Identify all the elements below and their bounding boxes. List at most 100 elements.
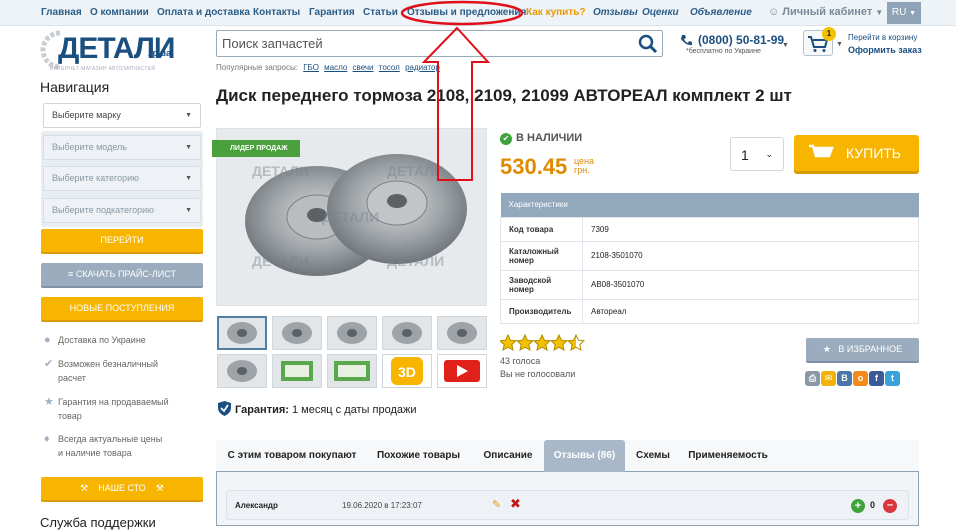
sidebar-title: Навигация <box>40 79 110 95</box>
phone-number: (0800) 50-81-99 <box>698 33 785 47</box>
thumbnail[interactable] <box>217 316 267 350</box>
wrench-icon: ⚒ <box>155 483 164 493</box>
select-model[interactable]: Выберите модель ▼ <box>43 135 201 160</box>
cart-count-badge: 1 <box>822 27 836 41</box>
nav-about[interactable]: О компании <box>90 7 149 18</box>
download-price-list-button[interactable]: ≡ СКАЧАТЬ ПРАЙС-ЛИСТ <box>41 263 203 286</box>
nav-home[interactable]: Главная <box>41 7 82 18</box>
nav-reviews[interactable]: Отзывы <box>593 7 638 18</box>
tab-description[interactable]: Описание <box>474 440 542 472</box>
rating-star-icon[interactable] <box>532 333 552 351</box>
language-label: RU <box>891 7 907 18</box>
twitter-icon[interactable]: t <box>885 371 900 386</box>
spec-value: 2108-3501070 <box>582 240 919 271</box>
rating-stars[interactable] <box>498 333 590 357</box>
select-subcategory[interactable]: Выберите подкатегорию ▼ <box>43 198 201 223</box>
language-select[interactable]: RU ▼ <box>887 2 921 24</box>
feature-line: Доставка по Украине <box>58 335 146 345</box>
thumbnail[interactable] <box>382 316 432 350</box>
nav-articles[interactable]: Статьи <box>363 7 398 18</box>
quantity-value: 1 <box>741 147 749 163</box>
watermark: ДЕТАЛИ <box>252 163 310 179</box>
thumbnail[interactable] <box>327 316 377 350</box>
thumbnail[interactable] <box>437 316 487 350</box>
logo-domain: zp.ua <box>148 48 172 58</box>
nav-feedback[interactable]: Отзывы и предложения <box>407 7 526 18</box>
add-to-favorites-button[interactable]: ★ В ИЗБРАННОЕ <box>806 338 919 361</box>
quantity-select[interactable]: 1 ⌄ <box>730 137 784 171</box>
site-logo[interactable]: ДЕТАЛИ zp.ua ИНТЕРНЕТ-МАГАЗИН АВТОЗАПЧАС… <box>40 28 180 76</box>
facebook-icon[interactable]: f <box>869 371 884 386</box>
star-icon: ★ <box>44 396 54 408</box>
top-navigation: Главная О компании Оплата и доставка Кон… <box>0 0 956 26</box>
video-play-icon <box>444 360 480 382</box>
popular-tag[interactable]: тосол <box>379 63 400 72</box>
select-category[interactable]: Выберите категорию ▼ <box>43 166 201 191</box>
chevron-down-icon: ▼ <box>875 8 884 17</box>
nav-warranty[interactable]: Гарантия <box>309 7 355 18</box>
new-arrivals-button[interactable]: НОВЫЕ ПОСТУПЛЕНИЯ <box>41 297 203 320</box>
popular-queries: Популярные запросы: ГБО масло свечи тосо… <box>216 63 440 72</box>
buy-button[interactable]: КУПИТЬ <box>794 135 919 171</box>
tab-reviews[interactable]: Отзывы (86) <box>544 440 625 472</box>
nav-announcement[interactable]: Объявление <box>690 7 752 18</box>
popular-tag[interactable]: масло <box>324 63 347 72</box>
thumbnail[interactable] <box>327 354 377 388</box>
popular-tag[interactable]: ГБО <box>303 63 319 72</box>
tab-bought-together[interactable]: С этим товаром покупают <box>216 440 368 472</box>
delete-icon[interactable]: ✖ <box>510 496 521 512</box>
odnoklassniki-icon[interactable]: о <box>853 371 868 386</box>
popular-tag[interactable]: радиатор <box>405 63 440 72</box>
vote-down-icon[interactable]: – <box>883 499 897 513</box>
our-service-station-button[interactable]: ⚒ НАШЕ СТО ⚒ <box>41 477 203 500</box>
rating-star-icon[interactable] <box>515 333 535 351</box>
spec-key: Код товара <box>500 216 583 242</box>
account-menu[interactable]: ☺ Личный кабинет ▼ <box>768 6 883 18</box>
product-tabs: С этим товаром покупают Похожие товары О… <box>216 440 919 472</box>
thumbnail[interactable] <box>272 316 322 350</box>
guarantee-value: 1 месяц с даты продажи <box>291 404 417 416</box>
select-model-value: Выберите модель <box>52 142 127 152</box>
spec-key: Заводской номер <box>500 269 583 300</box>
spec-value: AB08-3501070 <box>582 269 919 300</box>
stock-status: ✔ В НАЛИЧИИ <box>500 132 582 145</box>
nav-payment[interactable]: Оплата и доставка <box>157 7 250 18</box>
user-icon: ● <box>44 334 51 346</box>
checkout-link[interactable]: Оформить заказ <box>848 44 922 57</box>
tab-schemes[interactable]: Схемы <box>628 440 678 472</box>
nav-ratings[interactable]: Оценки <box>642 7 679 18</box>
video-thumbnail[interactable] <box>437 354 487 388</box>
vk-icon[interactable]: В <box>837 371 852 386</box>
mail-icon[interactable]: ✉ <box>821 371 836 386</box>
logo-tagline: ИНТЕРНЕТ-МАГАЗИН АВТОЗАПЧАСТЕЙ <box>50 66 156 72</box>
watermark: ДЕТАЛИ <box>387 253 445 269</box>
product-price: 530.45 <box>500 154 568 179</box>
rating-star-icon[interactable] <box>498 333 518 351</box>
nav-contacts[interactable]: Контакты <box>253 7 300 18</box>
tab-similar[interactable]: Похожие товары <box>368 440 469 472</box>
tab-applicability[interactable]: Применяемость <box>683 440 773 472</box>
thumbnail[interactable] <box>217 354 267 388</box>
feature-line: расчет <box>58 373 86 383</box>
star-icon: ★ <box>822 344 831 354</box>
3d-view-thumbnail[interactable]: 3D <box>382 354 432 388</box>
spec-value: 7309 <box>582 216 919 242</box>
search-icon[interactable] <box>638 34 658 54</box>
wrench-icon: ⚒ <box>80 483 89 493</box>
chevron-down-icon: ▼ <box>782 42 789 49</box>
go-to-cart-link[interactable]: Перейти в корзину <box>848 31 922 44</box>
thumbnail[interactable] <box>272 354 322 388</box>
print-icon[interactable]: ⎙ <box>805 371 820 386</box>
rating-star-icon[interactable] <box>566 333 586 351</box>
go-button[interactable]: ПЕРЕЙТИ <box>41 229 203 252</box>
select-make[interactable]: Выберите марку ▼ <box>43 103 201 128</box>
cart-button[interactable]: 1 <box>803 27 836 56</box>
select-subcategory-value: Выберите подкатегорию <box>52 205 154 215</box>
edit-icon[interactable]: ✎ <box>492 498 501 511</box>
popular-tag[interactable]: свечи <box>353 63 374 72</box>
rating-star-icon[interactable] <box>549 333 569 351</box>
search-input[interactable]: Поиск запчастей <box>216 30 663 57</box>
guarantee-label: Гарантия: <box>235 404 289 416</box>
nav-how-to-buy[interactable]: Как купить? <box>526 7 585 18</box>
vote-up-icon[interactable]: + <box>851 499 865 513</box>
